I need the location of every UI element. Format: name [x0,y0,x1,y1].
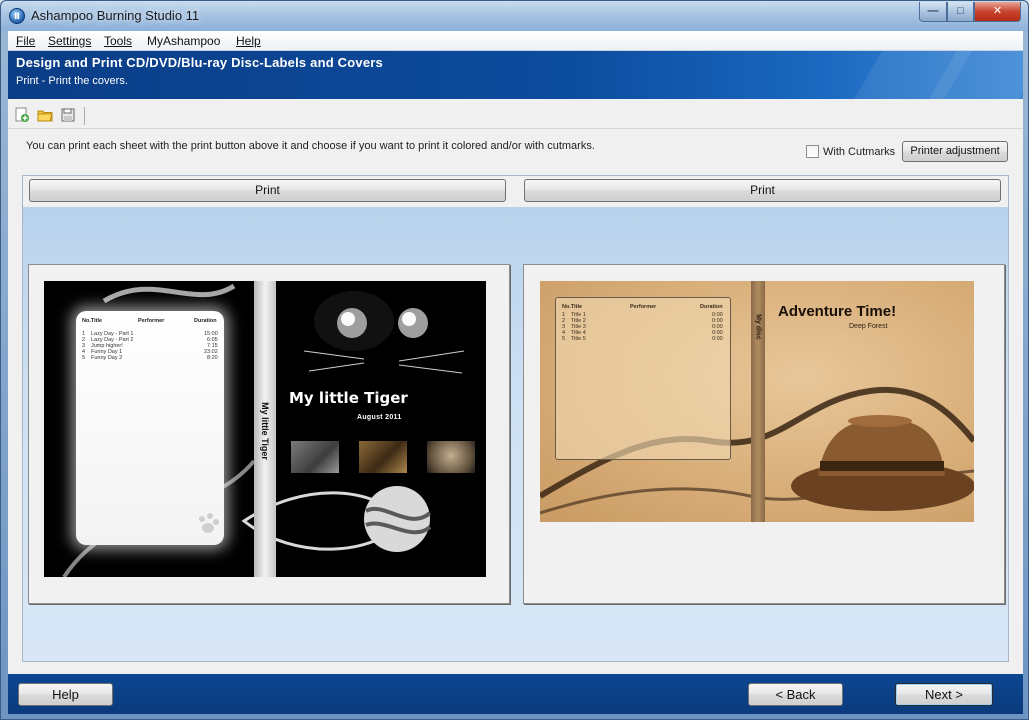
cutmarks-option[interactable]: With Cutmarks [806,145,895,158]
cover-2-image: No.Title Performer Duration 1 Title 1 0:… [540,281,974,522]
track-no: 5 [82,355,86,361]
help-button[interactable]: Help [18,683,113,706]
new-icon[interactable] [14,107,30,123]
tracklist-header-duration: Duration [194,318,217,324]
instruction-text: You can print each sheet with the print … [26,140,595,152]
tracklist-header-performer: Performer [630,304,657,310]
cover-1-tracklist: No.Title Performer Duration 1 Lazy Day -… [76,311,224,545]
app-window: Ⅱ Ashampoo Burning Studio 11 — □ ✕ File … [0,0,1029,720]
window-title: Ashampoo Burning Studio 11 [31,8,200,23]
track-title: Title 5 [571,336,586,342]
page-title: Design and Print CD/DVD/Blu-ray Disc-Lab… [16,55,383,70]
menu-help[interactable]: Help [236,34,261,48]
maximize-button[interactable]: □ [947,2,974,22]
print-sheet-2-button[interactable]: Print [524,179,1001,202]
header-banner: Design and Print CD/DVD/Blu-ray Disc-Lab… [8,51,1023,99]
cutmarks-label: With Cutmarks [823,145,896,158]
paw-print-icon [199,513,219,533]
cat-photo-thumb [291,441,339,473]
bottom-nav-bar: Help < Back Next > [8,674,1023,714]
cover-1-date: August 2011 [357,414,402,421]
toolbar [8,103,1023,129]
track-title: Funny Day 2 [91,355,123,361]
print-sheet-1-button[interactable]: Print [29,179,506,202]
sheet-preview-area: No.Title Performer Duration 1 Lazy Day -… [23,207,1008,661]
menu-myashampoo[interactable]: MyAshampoo [147,34,220,48]
sheets-panel: Print Print No.Title Performer Duration … [22,175,1009,662]
back-button[interactable]: < Back [748,683,843,706]
sheet-2-preview[interactable]: No.Title Performer Duration 1 Title 1 0:… [523,264,1005,604]
cutmarks-checkbox[interactable] [806,145,819,158]
menu-settings[interactable]: Settings [48,34,91,48]
toolbar-separator [84,107,85,125]
cover-2-tracklist: No.Title Performer Duration 1 Title 1 0:… [555,297,731,460]
tracklist-header-no-title: No.Title [82,318,103,324]
menu-file[interactable]: File [16,34,35,48]
printer-adjustment-button[interactable]: Printer adjustment [902,141,1008,162]
cover-2-title: Adventure Time! [778,303,897,320]
track-no: 5 [562,336,566,342]
minimize-button[interactable]: — [919,2,947,22]
menu-tools[interactable]: Tools [104,34,132,48]
tracklist-header-duration: Duration [700,304,723,310]
track-duration: 8:20 [207,355,218,361]
tracklist-header-performer: Performer [138,318,165,324]
cover-1-title: My little Tiger [289,389,408,407]
cover-2-spine-text: My disc [754,314,762,340]
app-logo-icon: Ⅱ [9,8,25,24]
main-content: You can print each sheet with the print … [8,99,1023,674]
close-button[interactable]: ✕ [974,2,1021,22]
kitten-photo-thumb [427,441,475,473]
menu-bar: File Settings Tools MyAshampoo Help [8,31,1023,51]
tiger-photo-thumb [359,441,407,473]
cover-1-spine-text: My little Tiger [260,402,270,460]
track-duration: 0:00 [712,336,723,342]
title-bar[interactable]: Ⅱ Ashampoo Burning Studio 11 — □ ✕ [1,1,1028,31]
page-subtitle: Print - Print the covers. [16,75,128,87]
cover-2-subtitle: Deep Forest [849,323,888,330]
open-folder-icon[interactable] [37,107,53,123]
tracklist-header-no-title: No.Title [562,304,583,310]
save-icon[interactable] [60,107,76,123]
next-button[interactable]: Next > [895,683,993,706]
cover-1-image: No.Title Performer Duration 1 Lazy Day -… [44,281,486,577]
sheet-print-bar: Print Print [23,176,1008,207]
sheet-1-preview[interactable]: No.Title Performer Duration 1 Lazy Day -… [28,264,510,604]
